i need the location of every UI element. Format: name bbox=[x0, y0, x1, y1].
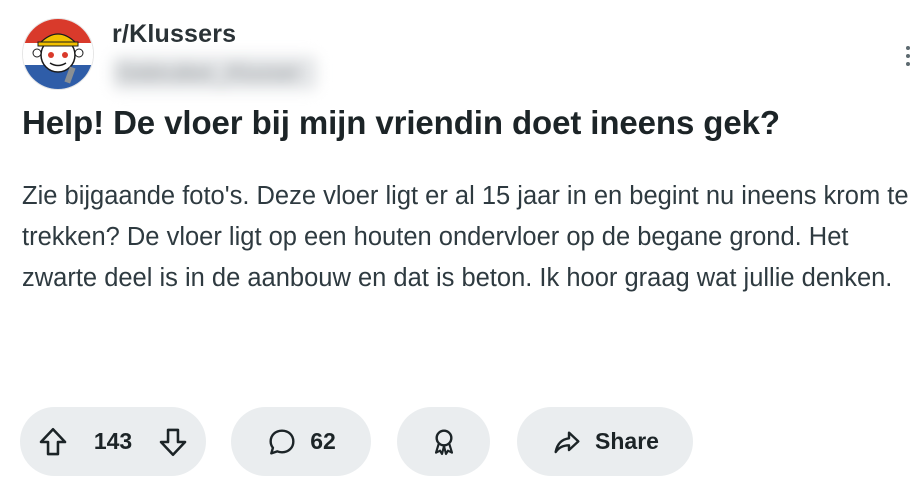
post-body: Zie bijgaande foto's. Deze vloer ligt er… bbox=[22, 182, 909, 292]
post-card: r/Klussers Gebruiker_Klusser Help! De vl… bbox=[0, 0, 918, 486]
post-header: r/Klussers Gebruiker_Klusser bbox=[20, 16, 620, 92]
comment-count: 62 bbox=[310, 428, 336, 454]
subreddit-name[interactable]: r/Klussers bbox=[112, 20, 236, 49]
vote-control: 143 bbox=[20, 407, 206, 476]
author-name[interactable]: Gebruiker_Klusser bbox=[112, 56, 317, 90]
arrow-up-icon bbox=[39, 427, 67, 455]
downvote-button[interactable] bbox=[156, 425, 190, 459]
comment-bubble-icon bbox=[266, 426, 298, 458]
award-button[interactable] bbox=[397, 407, 490, 476]
vote-count: 143 bbox=[93, 428, 133, 454]
share-arrow-icon bbox=[551, 426, 583, 458]
more-options-icon[interactable] bbox=[906, 46, 914, 66]
subreddit-avatar[interactable] bbox=[22, 18, 94, 90]
comments-button[interactable]: 62 bbox=[231, 407, 371, 476]
arrow-down-icon bbox=[159, 428, 187, 456]
post-title[interactable]: Help! De vloer bij mijn vriendin doet in… bbox=[22, 104, 912, 142]
post-actions-bar: 143 62 Share bbox=[20, 407, 910, 477]
share-button[interactable]: Share bbox=[517, 407, 693, 476]
upvote-button[interactable] bbox=[36, 425, 70, 459]
share-label: Share bbox=[595, 428, 659, 454]
award-icon bbox=[428, 426, 460, 458]
subreddit-avatar-image bbox=[23, 19, 93, 89]
